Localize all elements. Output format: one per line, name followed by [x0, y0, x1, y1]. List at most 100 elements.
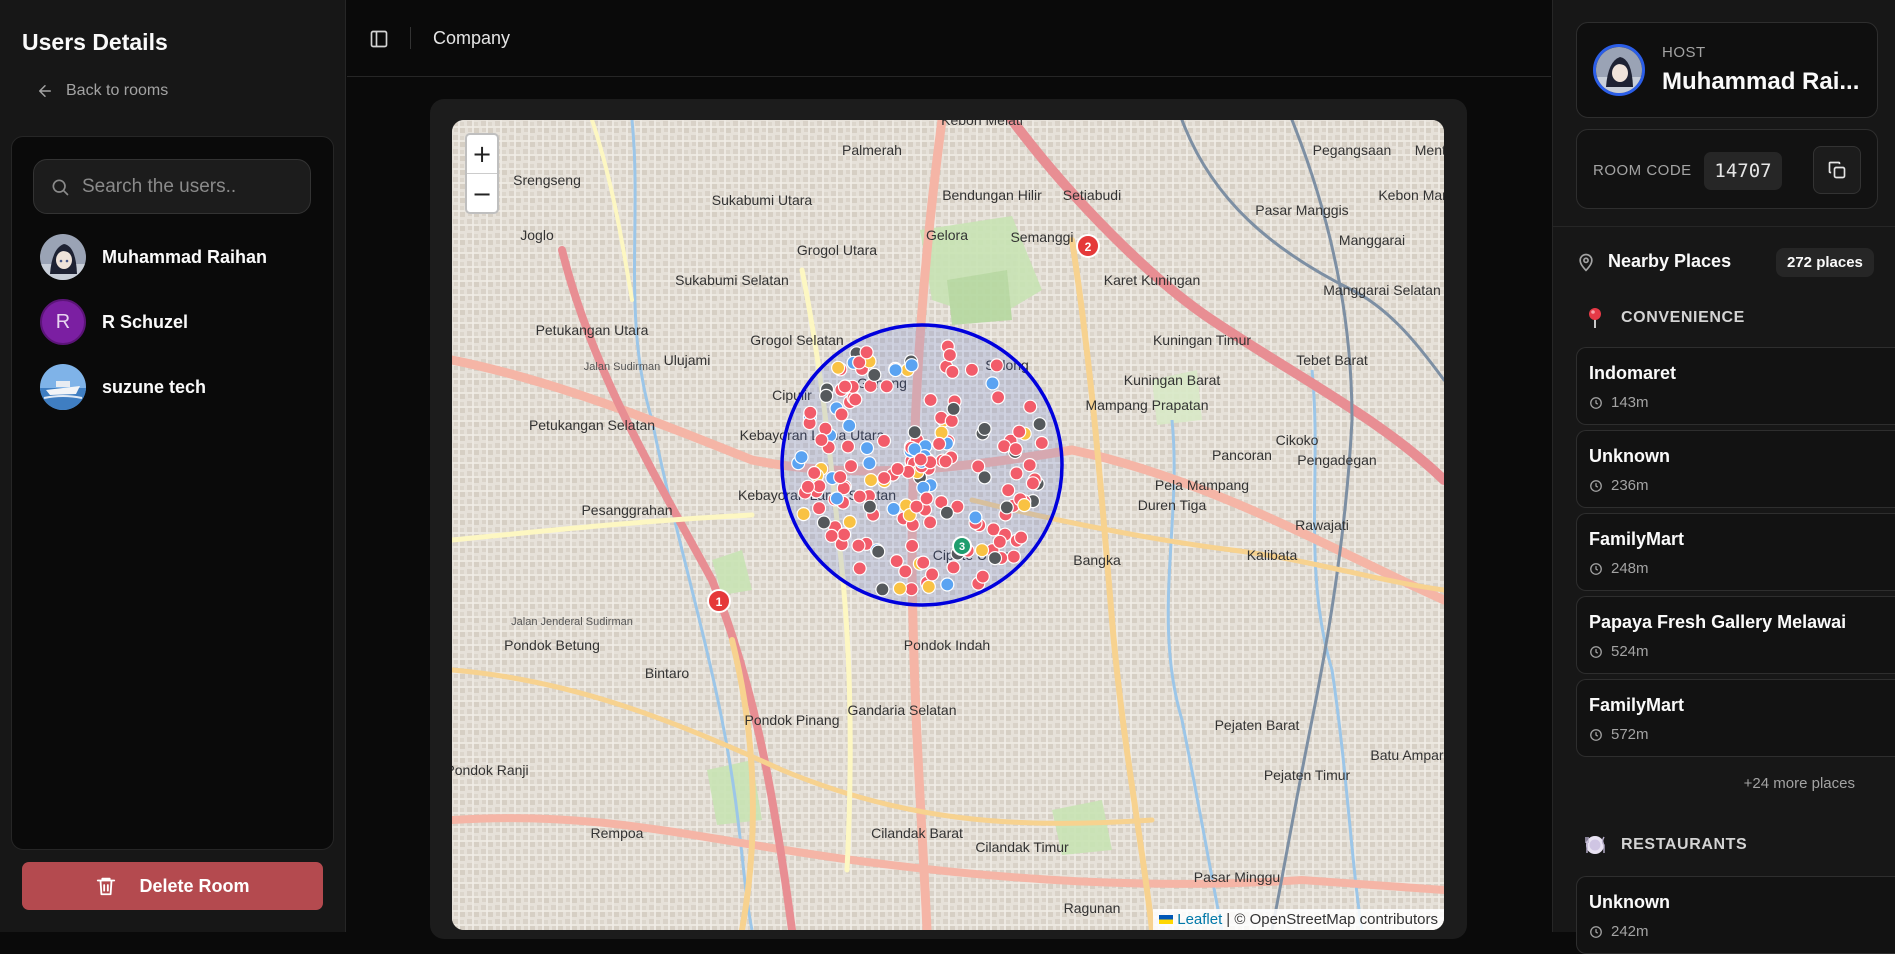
place-marker[interactable] — [1022, 458, 1037, 473]
place-marker[interactable] — [1008, 442, 1023, 457]
place-marker[interactable] — [840, 439, 856, 454]
cluster-badge[interactable]: 1 — [707, 589, 731, 613]
place-marker[interactable] — [875, 582, 890, 597]
place-marker[interactable] — [942, 348, 957, 363]
user-item[interactable]: R R Schuzel — [40, 299, 188, 345]
place-marker[interactable] — [905, 538, 920, 553]
place-marker[interactable] — [814, 432, 829, 448]
place-marker[interactable] — [923, 515, 938, 530]
place-marker[interactable] — [921, 579, 936, 594]
place-marker[interactable] — [842, 418, 857, 433]
map-canvas[interactable]: Kebon Melati Palmerah Menteng Pegangsaan Sre… — [452, 120, 1444, 930]
search-input[interactable] — [82, 175, 302, 198]
place-marker[interactable] — [904, 358, 919, 373]
place-marker[interactable] — [1032, 417, 1047, 432]
place-marker[interactable] — [932, 436, 947, 451]
user-item[interactable]: suzune tech — [40, 364, 206, 410]
place-marker[interactable] — [852, 489, 867, 504]
place-marker[interactable] — [888, 363, 903, 378]
place-marker[interactable] — [1017, 498, 1032, 513]
place-marker[interactable] — [879, 379, 894, 394]
place-marker[interactable] — [829, 491, 844, 506]
place-marker[interactable] — [946, 401, 961, 416]
cluster-badge[interactable]: 3 — [952, 536, 972, 556]
place-marker[interactable] — [871, 544, 886, 559]
place-marker[interactable] — [1006, 549, 1021, 564]
place-marker[interactable] — [987, 551, 1003, 566]
place-marker[interactable] — [989, 358, 1004, 373]
place-marker[interactable] — [877, 470, 892, 486]
place-marker[interactable] — [938, 454, 953, 469]
place-marker[interactable] — [803, 405, 818, 420]
place-marker[interactable] — [796, 507, 811, 522]
place-marker[interactable] — [867, 367, 882, 382]
place-marker[interactable] — [1023, 399, 1038, 414]
place-marker[interactable] — [843, 459, 859, 474]
place-marker[interactable] — [974, 543, 990, 558]
place-marker[interactable] — [816, 515, 831, 530]
place-marker[interactable] — [862, 499, 877, 514]
place-marker[interactable] — [851, 538, 866, 553]
place-marker[interactable] — [859, 345, 874, 360]
more-places-link[interactable]: +24 more places — [1744, 775, 1855, 792]
map-view[interactable]: Kebon Melati Palmerah Menteng Pegangsaan Sre… — [452, 120, 1444, 930]
place-marker[interactable] — [824, 528, 839, 543]
user-item[interactable]: Muhammad Raihan — [40, 234, 267, 280]
place-card[interactable]: Indomaret 143m — [1576, 347, 1895, 425]
place-marker[interactable] — [945, 364, 960, 379]
place-marker[interactable] — [834, 407, 849, 422]
place-marker[interactable] — [794, 450, 809, 465]
place-marker[interactable] — [842, 514, 857, 530]
leaflet-link[interactable]: Leaflet — [1177, 911, 1222, 928]
place-marker[interactable] — [812, 501, 827, 516]
place-marker[interactable] — [807, 465, 822, 481]
place-marker[interactable] — [990, 390, 1006, 405]
place-marker[interactable] — [977, 470, 992, 485]
place-marker[interactable] — [800, 479, 815, 494]
place-card[interactable]: Unknown 236m — [1576, 430, 1895, 508]
place-marker[interactable] — [886, 501, 901, 516]
place-marker[interactable] — [1034, 435, 1049, 451]
place-marker[interactable] — [913, 452, 928, 467]
place-marker[interactable] — [925, 567, 940, 582]
place-marker[interactable] — [819, 388, 834, 403]
place-marker[interactable] — [876, 433, 892, 448]
place-marker[interactable] — [862, 456, 877, 471]
place-marker[interactable] — [964, 362, 980, 377]
place-marker[interactable] — [975, 569, 990, 584]
place-marker[interactable] — [939, 505, 954, 520]
place-marker[interactable] — [907, 425, 922, 440]
place-marker[interactable] — [923, 392, 938, 408]
place-marker[interactable] — [889, 554, 904, 569]
place-marker[interactable] — [848, 392, 863, 407]
place-marker[interactable] — [968, 510, 983, 525]
delete-room-button[interactable]: Delete Room — [22, 862, 323, 910]
sidebar-toggle-icon[interactable] — [369, 29, 389, 49]
place-card[interactable]: FamilyMart 248m — [1576, 513, 1895, 591]
place-marker[interactable] — [992, 534, 1007, 549]
place-marker[interactable] — [1013, 530, 1029, 545]
place-marker[interactable] — [944, 413, 959, 428]
copy-button[interactable] — [1813, 146, 1861, 194]
place-marker[interactable] — [892, 581, 907, 596]
place-marker[interactable] — [852, 561, 867, 576]
place-marker[interactable] — [999, 500, 1014, 515]
place-marker[interactable] — [863, 473, 879, 488]
place-marker[interactable] — [1001, 483, 1016, 498]
back-to-rooms-link[interactable]: Back to rooms — [36, 82, 168, 100]
place-marker[interactable] — [977, 421, 992, 436]
place-marker[interactable] — [833, 470, 848, 485]
place-marker[interactable] — [985, 376, 1000, 391]
place-marker[interactable] — [1009, 466, 1024, 481]
zoom-out-button[interactable]: − — [467, 174, 497, 213]
cluster-badge[interactable]: 2 — [1076, 234, 1100, 258]
place-marker[interactable] — [1012, 424, 1027, 439]
place-marker[interactable] — [837, 379, 853, 394]
place-marker[interactable] — [946, 560, 961, 575]
place-card[interactable]: FamilyMart 572m — [1576, 679, 1895, 757]
place-marker[interactable] — [940, 577, 955, 592]
place-card[interactable]: Unknown 242m — [1576, 876, 1895, 954]
place-card[interactable]: Papaya Fresh Gallery Melawai 524m — [1576, 596, 1895, 674]
place-marker[interactable] — [890, 461, 905, 477]
zoom-in-button[interactable]: + — [467, 135, 497, 174]
